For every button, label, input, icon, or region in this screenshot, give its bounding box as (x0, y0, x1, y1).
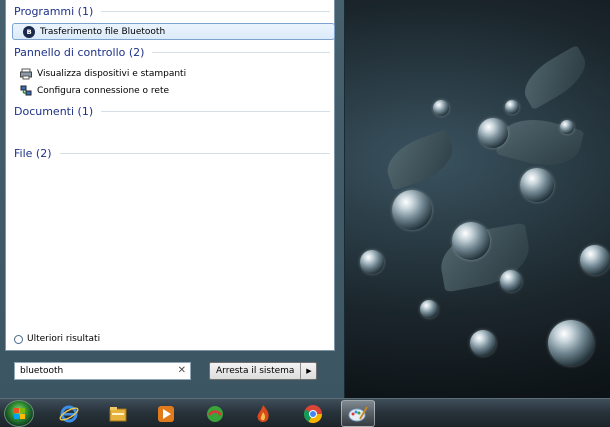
file-explorer-icon (109, 406, 127, 421)
taskbar (0, 398, 610, 427)
more-results-link[interactable]: Ulteriori risultati (14, 334, 100, 344)
taskbar-flame-app[interactable] (246, 400, 280, 427)
search-input[interactable] (20, 366, 170, 376)
chrome-icon (304, 404, 322, 423)
paint-icon (348, 405, 368, 421)
shutdown-options-arrow-icon[interactable]: ▶ (301, 363, 316, 379)
network-icon (20, 85, 32, 97)
internet-explorer-icon (59, 405, 79, 422)
media-player-icon (158, 405, 174, 422)
group-header-documents[interactable]: Documenti (1) (14, 105, 330, 118)
taskbar-green-app[interactable] (198, 400, 232, 427)
shutdown-button[interactable]: Arresta il sistema (210, 363, 302, 379)
windows-logo-icon (14, 408, 26, 420)
taskbar-paint[interactable] (341, 400, 375, 427)
start-menu: Programmi (1) ʙ Trasferimento file Bluet… (0, 0, 345, 398)
search-icon (14, 334, 23, 344)
flame-app-icon (257, 404, 269, 422)
group-header-files[interactable]: File (2) (14, 147, 330, 160)
taskbar-file-explorer[interactable] (101, 400, 135, 427)
result-devices-printers[interactable]: Visualizza dispositivi e stampanti (20, 65, 186, 82)
search-results-pane: Programmi (1) ʙ Trasferimento file Bluet… (5, 0, 335, 351)
taskbar-media-player[interactable] (149, 400, 183, 427)
search-box[interactable]: ✕ (14, 362, 191, 380)
result-bluetooth-file-transfer[interactable]: ʙ Trasferimento file Bluetooth (12, 23, 335, 40)
devices-printers-icon (20, 68, 32, 80)
shutdown-button-group: Arresta il sistema ▶ (209, 362, 318, 380)
green-app-icon (207, 405, 223, 422)
bluetooth-icon: ʙ (23, 25, 35, 38)
start-button[interactable] (4, 400, 34, 427)
clear-search-icon[interactable]: ✕ (178, 365, 186, 376)
group-header-control-panel[interactable]: Pannello di controllo (2) (14, 46, 330, 59)
result-configure-network[interactable]: Configura connessione o rete (20, 82, 169, 99)
group-header-programs[interactable]: Programmi (1) (14, 5, 330, 18)
taskbar-chrome[interactable] (296, 400, 330, 427)
taskbar-internet-explorer[interactable] (52, 400, 86, 427)
